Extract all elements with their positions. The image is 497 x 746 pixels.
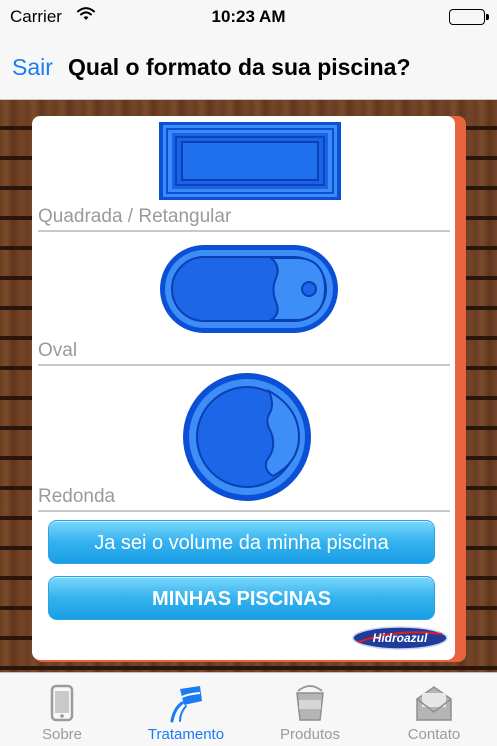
page-title: Qual o formato da sua piscina? <box>68 54 411 80</box>
navigation-bar: Sair Qual o formato da sua piscina? <box>0 32 497 100</box>
status-bar: Carrier 10:23 AM <box>0 0 497 32</box>
tab-label: Produtos <box>279 726 341 743</box>
divider <box>38 510 450 512</box>
tab-label: Tratamento <box>147 726 225 743</box>
shape-option-round[interactable]: Redonda <box>38 366 450 512</box>
tab-sobre[interactable]: Sobre <box>0 673 124 746</box>
round-pool-icon <box>183 373 311 501</box>
oval-pool-icon <box>160 245 338 333</box>
bucket-icon <box>296 685 324 721</box>
known-volume-button[interactable]: Ja sei o volume da minha piscina <box>48 520 435 564</box>
phone-icon <box>50 684 74 722</box>
hidroazul-logo: Hidroazul <box>352 626 448 650</box>
shape-label-rectangular: Quadrada / Retangular <box>38 206 232 227</box>
tab-bar: Sobre Tratamento Produtos Contato <box>0 672 497 746</box>
pouring-bucket-icon <box>170 686 202 723</box>
tab-produtos[interactable]: Produtos <box>248 673 372 746</box>
status-time: 10:23 AM <box>211 7 286 26</box>
tab-label: Contato <box>407 726 461 743</box>
envelope-icon <box>416 686 452 721</box>
shape-option-rectangular[interactable]: Quadrada / Retangular <box>38 116 450 232</box>
shape-selection-card: Quadrada / Retangular Oval Redonda Ja se… <box>32 116 455 660</box>
shape-label-oval: Oval <box>38 340 78 361</box>
my-pools-button[interactable]: MINHAS PISCINAS <box>48 576 435 620</box>
tab-contato[interactable]: Contato <box>372 673 496 746</box>
tab-label: Sobre <box>41 726 83 743</box>
shape-label-round: Redonda <box>38 486 116 507</box>
exit-button[interactable]: Sair <box>12 54 53 81</box>
shape-option-oval[interactable]: Oval <box>38 232 450 366</box>
svg-text:Hidroazul: Hidroazul <box>373 631 428 645</box>
tab-tratamento[interactable]: Tratamento <box>124 673 248 746</box>
rectangular-pool-icon <box>159 122 341 200</box>
battery-icon <box>449 9 489 25</box>
